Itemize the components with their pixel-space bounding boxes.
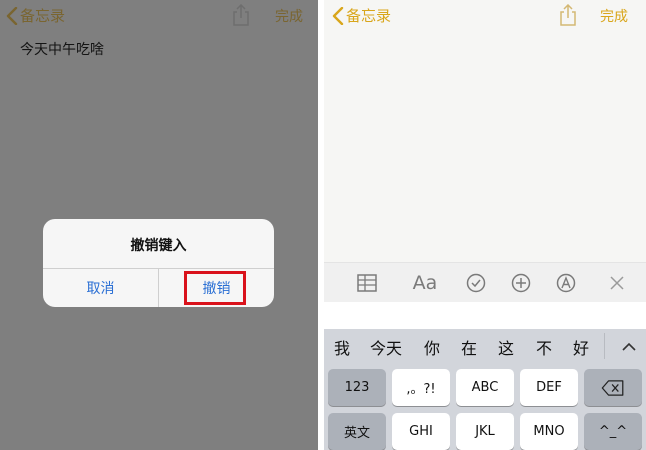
- done-button[interactable]: 完成: [600, 6, 628, 26]
- close-icon[interactable]: [605, 271, 629, 295]
- share-icon[interactable]: [231, 4, 251, 26]
- delete-icon: [601, 379, 624, 396]
- chevron-left-icon: [332, 6, 344, 25]
- key-123[interactable]: 123: [328, 369, 386, 406]
- checklist-icon[interactable]: [464, 271, 488, 295]
- table-icon[interactable]: [355, 271, 379, 295]
- key-ghi[interactable]: GHI: [392, 413, 450, 450]
- candidate-bar: 我 今天 你 在 这 不 好: [324, 329, 646, 364]
- format-toolbar: Aa: [324, 262, 646, 302]
- key-mno[interactable]: MNO: [520, 413, 578, 450]
- candidate-word[interactable]: 这: [498, 335, 514, 359]
- left-screen: 备忘录 完成 今天中午吃啥 撤销键入 取消 撤销: [0, 0, 318, 450]
- back-label: 备忘录: [20, 7, 66, 25]
- back-label: 备忘录: [346, 7, 392, 25]
- cancel-button[interactable]: 取消: [43, 268, 158, 307]
- keyboard: 123 ,。?! ABC DEF 英文 GHI JKL MNO ^_^: [324, 364, 646, 450]
- nav-bar: 备忘录 完成: [318, 0, 646, 32]
- chevron-left-icon: [6, 6, 18, 25]
- done-button[interactable]: 完成: [275, 6, 303, 26]
- key-def[interactable]: DEF: [520, 369, 578, 406]
- candidate-word[interactable]: 今天: [370, 335, 402, 359]
- nav-bar: 备忘录 完成: [0, 0, 318, 32]
- key-abc[interactable]: ABC: [456, 369, 514, 406]
- note-text[interactable]: 今天中午吃啥: [20, 39, 104, 59]
- candidate-word[interactable]: 我: [334, 335, 350, 359]
- chevron-up-icon[interactable]: [620, 338, 638, 356]
- key-jkl[interactable]: JKL: [456, 413, 514, 450]
- share-icon[interactable]: [558, 4, 578, 26]
- candidate-word[interactable]: 好: [573, 335, 589, 359]
- text-format-button[interactable]: Aa: [410, 271, 440, 295]
- key-punctuation[interactable]: ,。?!: [392, 369, 450, 406]
- sketch-icon[interactable]: [554, 271, 578, 295]
- candidate-divider: [604, 333, 605, 359]
- back-button[interactable]: 备忘录: [332, 5, 391, 26]
- candidate-word[interactable]: 不: [536, 335, 552, 359]
- alert-title: 撤销键入: [130, 238, 187, 254]
- key-emoticon[interactable]: ^_^: [584, 413, 642, 450]
- right-screen: 备忘录 完成 Aa 我 今天 你 在 这 不 好 123 ,。?! ABC DE…: [318, 0, 646, 450]
- back-button[interactable]: 备忘录: [6, 5, 65, 26]
- note-editor[interactable]: [324, 0, 646, 268]
- key-english[interactable]: 英文: [328, 413, 386, 450]
- add-icon[interactable]: [509, 271, 533, 295]
- delete-key[interactable]: [584, 369, 642, 406]
- candidate-word[interactable]: 你: [424, 335, 440, 359]
- candidate-word[interactable]: 在: [461, 335, 477, 359]
- undo-highlight-box: [184, 271, 246, 305]
